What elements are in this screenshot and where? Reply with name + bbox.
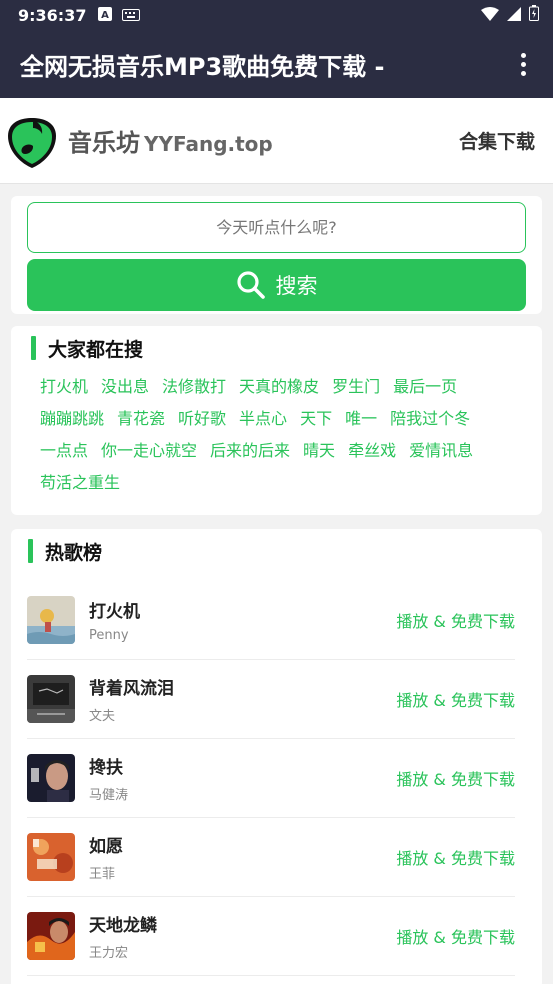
trending-tag[interactable]: 罗生门 <box>332 376 380 398</box>
trending-tag[interactable]: 法修散打 <box>162 376 226 398</box>
brand-name[interactable]: 音乐坊 YYFang.top <box>68 123 273 158</box>
dot <box>520 52 526 58</box>
trending-tag[interactable]: 青花瓷 <box>117 408 165 430</box>
music-note-logo-icon[interactable] <box>6 112 58 170</box>
hot-songs-title: 热歌榜 <box>28 537 515 565</box>
album-cover <box>27 833 75 881</box>
signal-icon <box>507 6 521 25</box>
dot <box>520 61 526 67</box>
section-accent-bar <box>31 336 36 360</box>
play-download-link[interactable]: 播放 & 免费下载 <box>396 766 515 790</box>
trending-tag[interactable]: 唯一 <box>345 408 377 430</box>
song-row[interactable]: 背着风流泪 文夫 播放 & 免费下载 <box>27 660 515 739</box>
song-row[interactable]: 天地龙鳞 王力宏 播放 & 免费下载 <box>27 897 515 976</box>
search-input[interactable] <box>27 202 526 253</box>
trending-tag[interactable]: 晴天 <box>303 440 335 462</box>
album-cover <box>27 912 75 960</box>
svg-text:A: A <box>102 10 110 21</box>
song-title: 天地龙鳞 <box>89 916 157 936</box>
trending-title: 大家都在搜 <box>31 334 524 362</box>
play-download-link[interactable]: 播放 & 免费下载 <box>396 845 515 869</box>
song-info: 天地龙鳞 王力宏 <box>89 911 396 961</box>
song-title: 打火机 <box>89 602 140 622</box>
song-title: 背着风流泪 <box>89 679 174 699</box>
trending-tag[interactable]: 爱情讯息 <box>409 440 473 462</box>
trending-tag[interactable]: 听好歌 <box>178 408 226 430</box>
search-icon <box>236 271 265 299</box>
hot-songs-card: 热歌榜 打火机 Penny 播放 & 免费下载 背着风流泪 文夫 播放 & 免费… <box>11 529 542 984</box>
app-bar: 全网无损音乐MP3歌曲免费下载 - <box>0 30 553 98</box>
song-info: 打火机 Penny <box>89 597 396 643</box>
song-row[interactable]: 如愿 王菲 播放 & 免费下载 <box>27 818 515 897</box>
song-title: 如愿 <box>89 837 123 857</box>
notification-a-icon: A <box>98 6 113 25</box>
battery-icon <box>529 5 539 25</box>
trending-tag[interactable]: 你一走心就空 <box>101 440 197 462</box>
app-title: 全网无损音乐MP3歌曲免费下载 - <box>20 52 385 81</box>
search-button[interactable]: 搜索 <box>27 259 526 311</box>
trending-tag[interactable]: 打火机 <box>40 376 88 398</box>
song-info: 背着风流泪 文夫 <box>89 674 396 724</box>
song-artist: 王菲 <box>89 867 116 882</box>
trending-tags: 打火机 没出息 法修散打 天真的橡皮 罗生门 最后一页 蹦蹦跳跳 青花瓷 听好歌… <box>31 376 524 494</box>
trending-tag[interactable]: 半点心 <box>239 408 287 430</box>
site-header: 音乐坊 YYFang.top 合集下载 <box>0 98 553 184</box>
play-download-link[interactable]: 播放 & 免费下载 <box>396 924 515 948</box>
play-download-link[interactable]: 播放 & 免费下载 <box>396 687 515 711</box>
search-button-label: 搜索 <box>275 274 318 298</box>
dot <box>520 70 526 76</box>
collection-download-link[interactable]: 合集下载 <box>459 127 535 154</box>
search-card: 搜索 <box>11 196 542 314</box>
brand-domain: YYFang.top <box>144 132 273 156</box>
trending-tag[interactable]: 陪我过个冬 <box>390 408 470 430</box>
trending-tag[interactable]: 蹦蹦跳跳 <box>40 408 104 430</box>
song-list: 打火机 Penny 播放 & 免费下载 背着风流泪 文夫 播放 & 免费下载 搀… <box>27 581 515 976</box>
keyboard-icon <box>122 6 141 25</box>
play-download-link[interactable]: 播放 & 免费下载 <box>396 608 515 632</box>
trending-tag[interactable]: 没出息 <box>101 376 149 398</box>
status-bar: 9:36:37 A <box>0 0 553 30</box>
song-row[interactable]: 打火机 Penny 播放 & 免费下载 <box>27 581 515 660</box>
trending-tag[interactable]: 最后一页 <box>393 376 457 398</box>
song-artist: 王力宏 <box>89 946 129 961</box>
album-cover <box>27 754 75 802</box>
song-row[interactable]: 搀扶 马健涛 播放 & 免费下载 <box>27 739 515 818</box>
trending-card: 大家都在搜 打火机 没出息 法修散打 天真的橡皮 罗生门 最后一页 蹦蹦跳跳 青… <box>11 326 542 515</box>
song-artist: 文夫 <box>89 709 116 724</box>
trending-tag[interactable]: 一点点 <box>40 440 88 462</box>
album-cover <box>27 596 75 644</box>
song-artist: 马健涛 <box>89 788 129 803</box>
section-accent-bar <box>28 539 33 563</box>
status-time: 9:36:37 <box>18 5 87 25</box>
trending-title-text: 大家都在搜 <box>48 338 144 361</box>
song-info: 搀扶 马健涛 <box>89 753 396 803</box>
brand-title: 音乐坊 <box>68 129 140 157</box>
song-info: 如愿 王菲 <box>89 832 396 882</box>
song-title: 搀扶 <box>89 758 123 778</box>
album-cover <box>27 675 75 723</box>
trending-tag[interactable]: 牵丝戏 <box>348 440 396 462</box>
trending-tag[interactable]: 后来的后来 <box>210 440 290 462</box>
trending-tag[interactable]: 天下 <box>300 408 332 430</box>
trending-tag[interactable]: 苟活之重生 <box>40 472 120 494</box>
hot-songs-title-text: 热歌榜 <box>45 541 103 564</box>
overflow-menu-button[interactable] <box>511 44 535 84</box>
trending-tag[interactable]: 天真的橡皮 <box>239 376 319 398</box>
wifi-icon <box>481 6 499 25</box>
song-artist: Penny <box>89 628 129 643</box>
